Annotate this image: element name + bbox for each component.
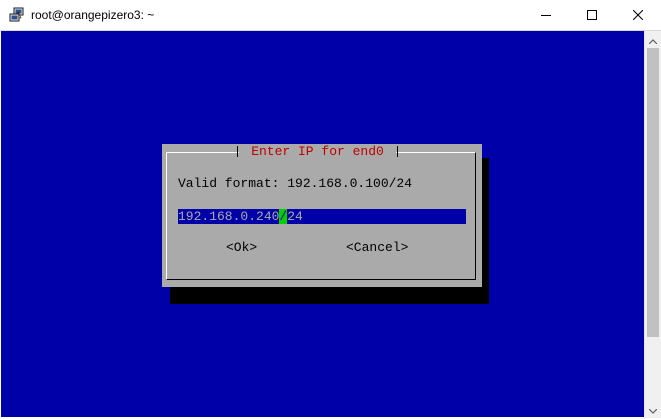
chevron-down-icon [648, 401, 658, 419]
chevron-up-icon [648, 31, 658, 49]
close-button[interactable] [615, 0, 661, 30]
title-separator-right [397, 146, 398, 157]
minimize-button[interactable] [523, 0, 569, 30]
scroll-down-button[interactable] [645, 401, 661, 418]
scrollbar-thumb[interactable] [647, 48, 659, 337]
maximize-icon [587, 10, 597, 20]
minimize-icon [541, 10, 551, 20]
title-separator-left [237, 146, 238, 157]
ip-input-text: 192.168.0.240/24 [178, 209, 303, 224]
vertical-scrollbar[interactable] [644, 31, 661, 418]
dialog-title: Enter IP for end0 [239, 145, 396, 159]
cancel-button[interactable]: <Cancel> [346, 240, 408, 256]
window-title: root@orangepizero3: ~ [31, 8, 155, 22]
input-text-after-cursor: 24 [287, 209, 303, 224]
input-text-before-cursor: 192.168.0.240 [178, 209, 280, 224]
maximize-button[interactable] [569, 0, 615, 30]
ip-address-input[interactable]: 192.168.0.240/24 [178, 209, 466, 224]
dialog-prompt: Valid format: 192.168.0.100/24 [178, 176, 413, 191]
scroll-up-button[interactable] [645, 31, 661, 48]
close-icon [633, 10, 643, 20]
window-titlebar[interactable]: root@orangepizero3: ~ [0, 0, 661, 31]
putty-icon [9, 7, 25, 23]
ok-button[interactable]: <Ok> [226, 240, 257, 256]
